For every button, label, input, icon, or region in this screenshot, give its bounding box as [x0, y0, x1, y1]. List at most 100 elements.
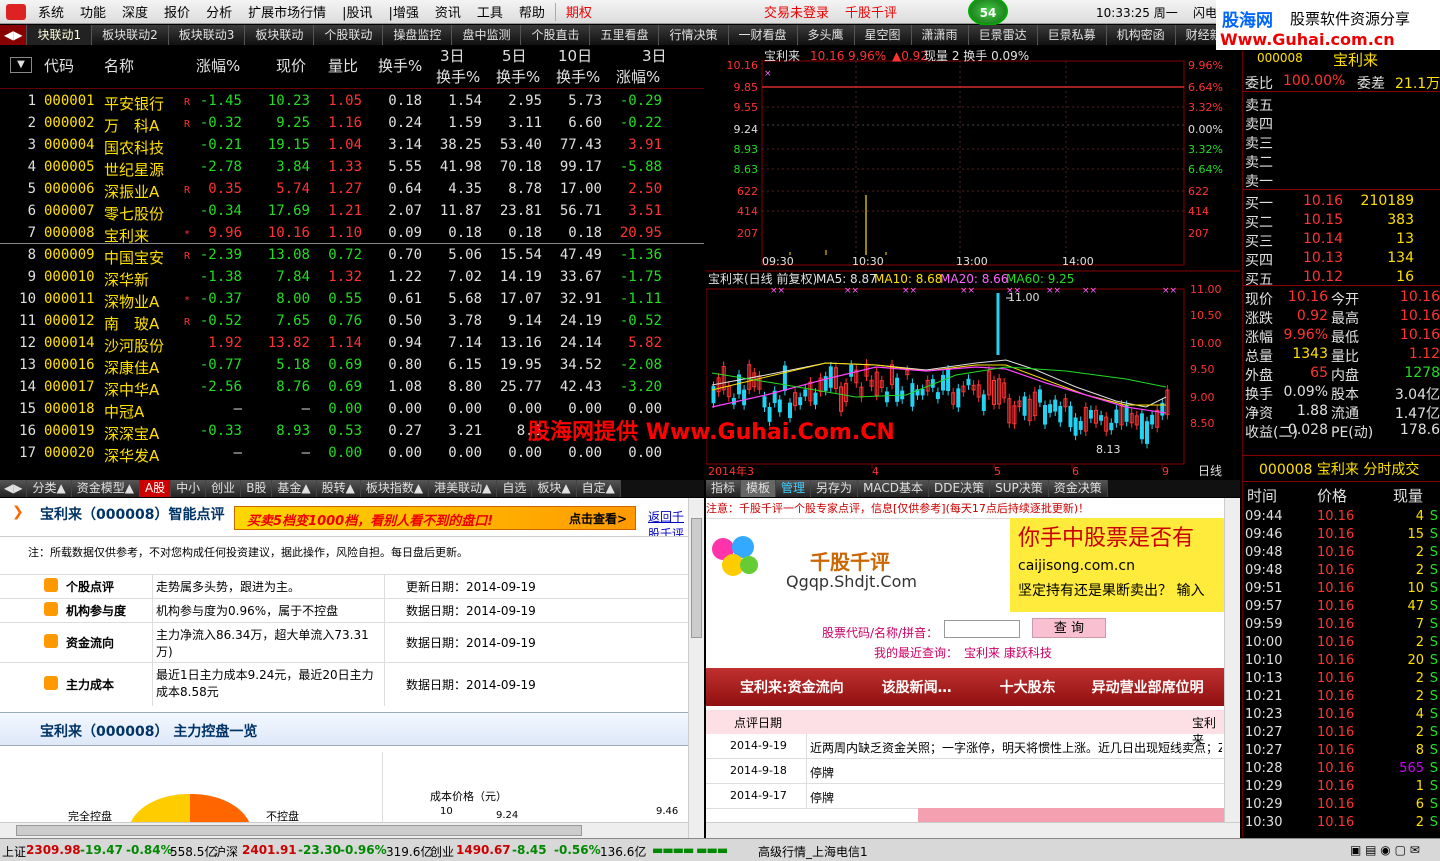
- menu-info[interactable]: 资讯: [427, 2, 469, 21]
- menu-depth[interactable]: 深度: [114, 2, 156, 21]
- col-10d-turnover[interactable]: 换手%: [556, 66, 600, 87]
- table-row[interactable]: 9 000010 深华新 -1.38 7.84 1.32 1.22 7.02 14.19 33.6…: [0, 266, 704, 289]
- tab-private-fund[interactable]: 巨景私募: [1037, 25, 1107, 45]
- promo-banner[interactable]: 买卖5档变1000档，看别人看不到的盘口! 点击查看>: [234, 506, 636, 530]
- tab-xiaoxiao-rain[interactable]: 潇潇雨: [911, 25, 969, 45]
- nav-top-shareholders[interactable]: 十大股东: [1000, 677, 1056, 697]
- tab-chinext[interactable]: 创业: [206, 480, 242, 497]
- table-row[interactable]: 13 000016 深康佳A -0.77 5.18 0.69 0.80 6.15 19.95 34…: [0, 354, 704, 377]
- vscroll-thumb[interactable]: [691, 518, 702, 638]
- col-10d-label[interactable]: 10日: [558, 45, 592, 66]
- col-3d-turnover[interactable]: 换手%: [436, 66, 480, 87]
- tab-radar[interactable]: 巨景雷达: [968, 25, 1038, 45]
- web-horizontal-scrollbar[interactable]: [706, 822, 1240, 838]
- tab-block-link-3[interactable]: 板块联动3: [168, 25, 246, 45]
- col-code[interactable]: 代码: [44, 55, 74, 76]
- trade-login-status[interactable]: 交易未登录: [756, 2, 837, 21]
- tab-bull-eagle[interactable]: 多头鹰: [797, 25, 855, 45]
- table-row[interactable]: 2 000002 万 科A R -0.32 9.25 1.16 0.24 1.59 3.11 6.6…: [0, 112, 704, 135]
- tab-fund[interactable]: 基金▲: [272, 480, 317, 497]
- table-row[interactable]: 10 000011 深物业A * -0.37 8.00 0.55 0.61 5.68 17.07 3…: [0, 288, 704, 311]
- promo-banner-button[interactable]: 点击查看>: [569, 510, 627, 527]
- tab-watchlist[interactable]: 自选: [497, 480, 533, 497]
- menu-stock-news[interactable]: |股讯: [334, 2, 380, 21]
- tab-indicator[interactable]: 指标: [706, 480, 742, 497]
- tab-scroll-left-icon[interactable]: ◀▶: [0, 25, 28, 45]
- feed-server[interactable]: 高级行情_上海电信1: [758, 843, 868, 860]
- tab-block-link-1[interactable]: 块联动1: [27, 25, 93, 45]
- menu-extended-market[interactable]: 扩展市场行情: [240, 2, 334, 21]
- tab-stock-link[interactable]: 个股联动: [314, 25, 384, 45]
- tab-share-transfer[interactable]: 股转▲: [316, 480, 361, 497]
- table-row[interactable]: 14 000017 深中华A -2.56 8.76 0.69 1.08 8.80 25.77 42…: [0, 376, 704, 399]
- tab-category[interactable]: 分类▲: [27, 480, 72, 497]
- tab-block-link-2[interactable]: 板块联动2: [92, 25, 169, 45]
- tab-sector-index[interactable]: 板块指数▲: [360, 480, 430, 497]
- stock-search-input[interactable]: [944, 620, 1020, 638]
- table-row[interactable]: 11 000012 南 玻A R -0.52 7.65 0.76 0.50 3.78 9.14 24…: [0, 310, 704, 333]
- column-menu-icon[interactable]: ▼: [10, 57, 32, 73]
- qgqp-link[interactable]: 千股千评: [837, 2, 905, 21]
- tab-a-share[interactable]: A股: [139, 480, 172, 497]
- nav-fund-flow[interactable]: 宝利来:资金流向: [740, 677, 844, 697]
- table-row[interactable]: 12 000014 沙河股份 1.92 13.82 1.14 0.94 7.14 13.16 24…: [0, 332, 704, 355]
- news-row[interactable]: 2014-9-17 停牌: [706, 784, 1224, 809]
- nav-broker-seats[interactable]: 异动营业部席位明: [1092, 677, 1204, 697]
- tab-template[interactable]: 模板: [741, 480, 777, 497]
- menu-quote[interactable]: 报价: [156, 2, 198, 21]
- web-vertical-scrollbar[interactable]: [1224, 498, 1240, 822]
- col-change[interactable]: 涨幅%: [196, 55, 240, 76]
- tab-nav-icon[interactable]: ◀▶: [0, 480, 28, 497]
- table-row[interactable]: 6 000007 零七股份 -0.34 17.69 1.21 2.07 11.87 23.81 5…: [0, 200, 704, 223]
- table-row[interactable]: 3 000004 国农科技 -0.21 19.15 1.04 3.14 38.25 53.40 7…: [0, 134, 704, 157]
- back-link[interactable]: 返回千股千评: [648, 508, 686, 536]
- table-row[interactable]: 5 000006 深振业A R 0.35 5.74 1.27 0.64 4.35 8.78 17.0…: [0, 178, 704, 201]
- menu-help[interactable]: 帮助: [511, 2, 553, 21]
- tab-macd[interactable]: MACD基本: [858, 480, 930, 497]
- horizontal-scrollbar[interactable]: [0, 822, 688, 838]
- tab-stock-direct[interactable]: 个股直击: [521, 25, 591, 45]
- tab-save-as[interactable]: 另存为: [811, 480, 859, 497]
- kline-period[interactable]: 日线: [1198, 464, 1222, 478]
- col-5d-turnover[interactable]: 换手%: [496, 66, 540, 87]
- menu-function[interactable]: 功能: [72, 2, 114, 21]
- tab-market-decision[interactable]: 行情决策: [659, 25, 729, 45]
- nav-stock-news[interactable]: 该股新闻…: [882, 677, 952, 697]
- tab-custom[interactable]: 自定▲: [576, 480, 621, 497]
- table-row[interactable]: 8 000009 中国宝安 R -2.39 13.08 0.72 0.70 5.06 15.54 4…: [0, 244, 704, 267]
- tab-sme[interactable]: 中小: [171, 480, 207, 497]
- search-button[interactable]: 查 询: [1032, 618, 1106, 638]
- tab-sector[interactable]: 板块▲: [532, 480, 577, 497]
- col-name[interactable]: 名称: [104, 55, 134, 76]
- tab-fund-model[interactable]: 资金模型▲: [71, 480, 140, 497]
- col-volume-ratio[interactable]: 量比: [328, 55, 358, 76]
- vertical-scrollbar[interactable]: [688, 498, 704, 838]
- table-row[interactable]: 4 000005 世纪星源 -2.78 3.84 1.33 5.55 41.98 70.18 99…: [0, 156, 704, 179]
- menu-analysis[interactable]: 分析: [198, 2, 240, 21]
- tab-sup[interactable]: SUP决策: [990, 480, 1049, 497]
- col-price[interactable]: 现价: [276, 55, 306, 76]
- tab-block-link[interactable]: 板块联动: [245, 25, 315, 45]
- menu-enhance[interactable]: |增强: [380, 2, 426, 21]
- tab-b-share[interactable]: B股: [241, 480, 273, 497]
- col-3d-change[interactable]: 涨幅%: [616, 66, 660, 87]
- col-turnover[interactable]: 换手%: [378, 55, 422, 76]
- notification-badge[interactable]: 54: [968, 0, 1008, 26]
- tab-manage[interactable]: 管理: [776, 480, 812, 497]
- tab-intraday-monitor[interactable]: 盘中监测: [452, 25, 522, 45]
- menu-options[interactable]: 期权: [558, 2, 600, 21]
- menu-tools[interactable]: 工具: [469, 2, 511, 21]
- tab-star-map[interactable]: 星空图: [854, 25, 912, 45]
- tab-five-li[interactable]: 五里看盘: [590, 25, 660, 45]
- tab-fund-decision[interactable]: 资金决策: [1048, 480, 1108, 497]
- col-5d-label[interactable]: 5日: [502, 45, 527, 66]
- table-row[interactable]: 1 000001 平安银行 R -1.45 10.23 1.05 0.18 1.54 2.95 5.…: [0, 90, 704, 113]
- tab-hk-us[interactable]: 港美联动▲: [429, 480, 498, 497]
- scrollbar-thumb[interactable]: [16, 825, 582, 836]
- col-3d-change-label[interactable]: 3日: [642, 45, 667, 66]
- ad-headline-box[interactable]: 你手中股票是否有 caijisong.com.cn 坚定持有还是果断卖出？ 输入: [1010, 518, 1240, 612]
- news-row[interactable]: 2014-9-18 停牌: [706, 759, 1224, 784]
- tab-dde[interactable]: DDE决策: [929, 480, 991, 497]
- tab-yicai[interactable]: 一财看盘: [728, 25, 798, 45]
- tab-institution-secret[interactable]: 机构密函: [1106, 25, 1176, 45]
